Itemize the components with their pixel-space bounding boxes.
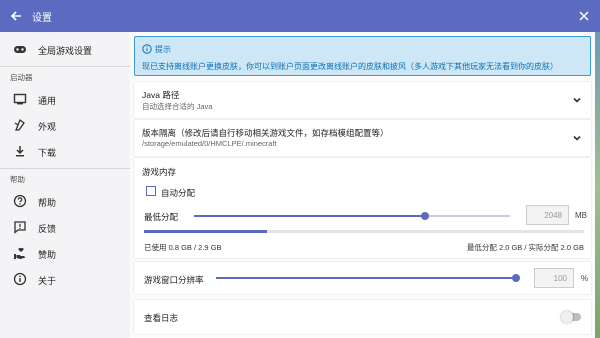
java-path-title: Java 路径 — [142, 90, 180, 100]
resolution-slider-fill — [216, 277, 516, 279]
section-label-help: 帮助 — [10, 175, 25, 184]
memory-used-text: 已使用 0.8 GB / 2.9 GB — [144, 243, 222, 252]
resolution-input[interactable]: 100 — [534, 268, 574, 288]
sidebar-item-general[interactable]: 通用 — [0, 86, 130, 112]
hint-body: 现已支持离线账户更换皮肤，你可以到账户页面更改离线账户的皮肤和披风（多人游戏下其… — [142, 62, 558, 71]
sidebar-item-download[interactable]: 下载 — [0, 138, 130, 164]
info-icon — [142, 44, 152, 54]
hint-banner: 提示 现已支持离线账户更换皮肤，你可以到账户页面更改离线账户的皮肤和披风（多人游… — [134, 36, 591, 76]
sidebar-item-label: 外观 — [38, 122, 57, 132]
back-button[interactable] — [0, 0, 32, 32]
sidebar: 全局游戏设置 启动器 通用 外观 下载 帮助 帮助 反馈 赞助 关于 — [0, 32, 130, 338]
feedback-icon — [13, 220, 27, 234]
sidebar-item-label: 帮助 — [38, 198, 57, 208]
app-bar: 设置 — [0, 0, 600, 32]
background-scenery — [595, 32, 600, 338]
memory-slider-fill — [194, 215, 425, 217]
palette-icon — [13, 118, 27, 132]
java-path-subtitle: 自动选择合适的 Java — [142, 102, 213, 111]
sidebar-item-feedback[interactable]: 反馈 — [0, 214, 130, 240]
download-icon — [13, 144, 27, 158]
sidebar-item-label: 关于 — [38, 276, 57, 286]
monitor-icon — [13, 92, 27, 106]
toggle-knob — [561, 311, 573, 323]
hint-title: 提示 — [155, 45, 171, 54]
memory-unit: MB — [575, 211, 587, 220]
memory-card: 游戏内存 自动分配 最低分配 2048 MB 已使用 0.8 GB / 2.9 … — [134, 158, 591, 258]
memory-input[interactable]: 2048 — [526, 205, 569, 225]
auto-allocate-label: 自动分配 — [161, 188, 196, 198]
memory-slider-thumb[interactable] — [420, 212, 429, 220]
memory-usage-fill — [144, 230, 268, 233]
page-title: 设置 — [32, 12, 52, 24]
close-button[interactable] — [576, 8, 592, 24]
sidebar-item-label: 全局游戏设置 — [38, 46, 93, 56]
sidebar-item-about[interactable]: 关于 — [0, 266, 130, 292]
chevron-down-icon — [573, 97, 581, 103]
view-log-row[interactable]: 查看日志 — [134, 300, 591, 334]
close-icon — [579, 11, 589, 21]
chevron-down-icon — [573, 135, 581, 141]
memory-usage-bar — [144, 230, 584, 233]
version-isolation-path: /storage/emulated/0/HMCLPE/.minecraft — [142, 139, 277, 148]
gamepad-icon — [13, 42, 27, 56]
sidebar-divider — [0, 66, 130, 67]
help-icon — [13, 194, 27, 208]
resolution-label: 游戏窗口分辨率 — [144, 275, 204, 285]
java-path-row[interactable]: Java 路径 自动选择合适的 Java — [134, 82, 591, 118]
sidebar-item-label: 通用 — [38, 96, 57, 106]
memory-section-title: 游戏内存 — [142, 167, 177, 177]
sidebar-item-help[interactable]: 帮助 — [0, 188, 130, 214]
settings-content: 提示 现已支持离线账户更换皮肤，你可以到账户页面更改离线账户的皮肤和披风（多人游… — [130, 32, 595, 338]
info-icon — [13, 272, 27, 286]
hand-heart-icon — [13, 246, 27, 260]
version-isolation-row[interactable]: 版本隔离（修改后请自行移动相关游戏文件，如存档模组配置等） /storage/e… — [134, 120, 591, 156]
resolution-slider-thumb[interactable] — [512, 274, 520, 282]
sidebar-item-label: 赞助 — [38, 250, 57, 260]
sidebar-item-sponsor[interactable]: 赞助 — [0, 240, 130, 266]
sidebar-item-appearance[interactable]: 外观 — [0, 112, 130, 138]
version-isolation-title: 版本隔离（修改后请自行移动相关游戏文件，如存档模组配置等） — [142, 128, 389, 138]
section-label-launcher: 启动器 — [10, 73, 33, 82]
sidebar-item-label: 下载 — [38, 148, 57, 158]
resolution-unit: % — [581, 274, 589, 283]
view-log-toggle[interactable] — [561, 311, 581, 323]
min-memory-label: 最低分配 — [144, 212, 179, 222]
sidebar-item-label: 反馈 — [38, 224, 57, 234]
resolution-row: 游戏窗口分辨率 100 % — [134, 262, 591, 294]
sidebar-divider — [0, 168, 130, 169]
sidebar-item-global-settings[interactable]: 全局游戏设置 — [0, 36, 130, 62]
arrow-left-icon — [10, 11, 21, 21]
view-log-label: 查看日志 — [144, 313, 179, 323]
memory-allocation-text: 最低分配 2.0 GB / 实际分配 2.0 GB — [466, 243, 584, 252]
auto-allocate-checkbox[interactable] — [146, 186, 156, 196]
